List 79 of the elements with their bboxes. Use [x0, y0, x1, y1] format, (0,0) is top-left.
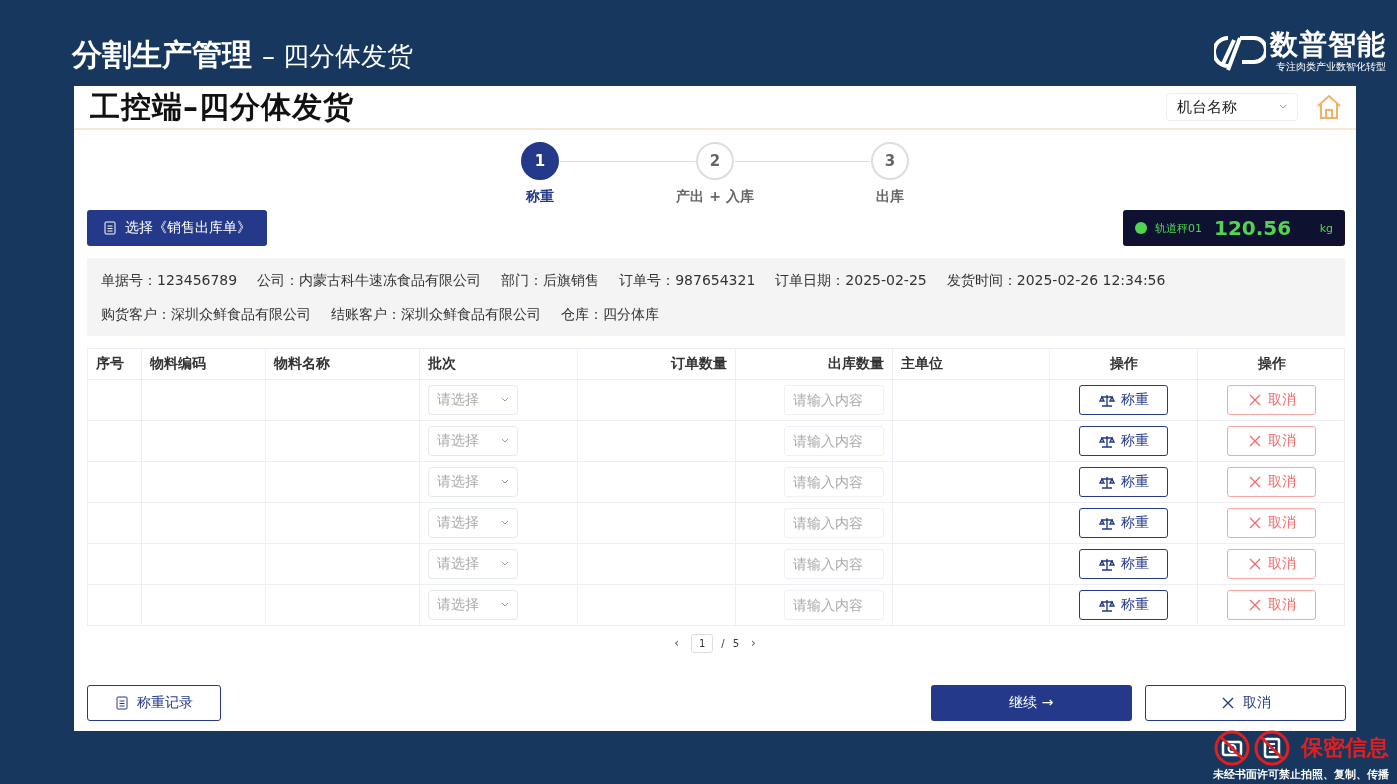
step-number: 1 [521, 142, 559, 180]
info-field: 购货客户：深圳众鲜食品有限公司 [101, 302, 311, 326]
info-field: 订单号：987654321 [619, 268, 756, 292]
close-icon [1220, 696, 1235, 710]
chevron-down-icon [501, 520, 509, 526]
step-label: 产出 + 入库 [676, 188, 754, 206]
cancel-button[interactable]: 取消 [1145, 685, 1346, 721]
previous-page-button[interactable]: ‹ [670, 636, 683, 650]
info-field: 仓库：四分体库 [561, 302, 659, 326]
page-number-field[interactable]: 1 [690, 633, 714, 653]
step-label: 出库 [876, 188, 904, 206]
step-label: 称重 [526, 188, 554, 206]
chevron-down-icon [501, 602, 509, 608]
column-header: 物料编码 [150, 355, 206, 373]
scale-icon [1098, 598, 1115, 612]
column-header: 批次 [428, 355, 456, 373]
scale-icon [1098, 557, 1115, 571]
column-header: 物料名称 [274, 355, 330, 373]
slide-title: 分割生产管理 [72, 36, 252, 74]
quantity-input[interactable]: 请输入内容 [784, 467, 884, 497]
column-header: 操作 [1109, 355, 1138, 373]
chevron-down-icon [501, 561, 509, 567]
chevron-down-icon [501, 438, 509, 444]
scale-icon [1098, 434, 1115, 448]
continue-button[interactable]: 继续 → [931, 685, 1132, 721]
home-icon[interactable] [1316, 94, 1342, 120]
quantity-input[interactable]: 请输入内容 [784, 508, 884, 538]
weigh-records-button[interactable]: 称重记录 [87, 685, 221, 721]
info-field: 部门：后旗销售 [501, 268, 600, 292]
weigh-button[interactable]: 称重 [1079, 508, 1168, 538]
quantity-input[interactable]: 请输入内容 [784, 590, 884, 620]
column-header: 出库数量 [828, 355, 884, 373]
page-separator: / [721, 637, 725, 649]
weigh-button[interactable]: 称重 [1079, 590, 1168, 620]
column-header: 序号 [96, 355, 124, 373]
close-icon [1247, 393, 1262, 407]
close-icon [1247, 475, 1262, 489]
select-order-button[interactable]: 选择《销售出库单》 [87, 210, 267, 246]
close-icon [1247, 557, 1262, 571]
page-total: 5 [732, 637, 740, 649]
confidential-notice: 未经书面许可禁止拍照、复制、传播 [1213, 767, 1389, 782]
info-field: 发货时间：2025-02-26 12:34:56 [946, 268, 1166, 292]
chevron-down-icon [501, 479, 509, 485]
weight-unit: kg [1319, 221, 1333, 235]
logo-name: 数普智能 [1270, 30, 1386, 60]
weigh-button[interactable]: 称重 [1079, 467, 1168, 497]
close-icon [1247, 598, 1262, 612]
step-number: 2 [696, 142, 734, 180]
next-page-button[interactable]: › [747, 636, 760, 650]
logo-tagline: 专注肉类产业数智化转型 [1276, 60, 1386, 74]
document-icon [115, 696, 129, 710]
info-field: 单据号：123456789 [101, 268, 238, 292]
info-field: 公司：内蒙古科牛速冻食品有限公司 [257, 268, 482, 292]
slide-subtitle: – 四分体发货 [262, 40, 414, 73]
chevron-down-icon [1279, 104, 1287, 110]
column-header: 操作 [1257, 355, 1286, 373]
close-icon [1247, 434, 1262, 448]
scale-icon [1098, 393, 1115, 407]
weight-reading: 120.56 [1214, 216, 1292, 240]
confidential-label: 保密信息 [1301, 734, 1389, 762]
quantity-input[interactable]: 请输入内容 [784, 385, 884, 415]
machine-select[interactable]: 机台名称 [1166, 93, 1298, 121]
quantity-input[interactable]: 请输入内容 [784, 426, 884, 456]
chevron-down-icon [501, 397, 509, 403]
scale-icon [1098, 475, 1115, 489]
quantity-input[interactable]: 请输入内容 [784, 549, 884, 579]
column-header: 主单位 [901, 355, 943, 373]
scale-name: 轨道秤01 [1155, 220, 1202, 236]
weigh-button[interactable]: 称重 [1079, 385, 1168, 415]
step-number: 3 [871, 142, 909, 180]
page-title: 工控端–四分体发货 [90, 87, 354, 126]
scale-icon [1098, 516, 1115, 530]
info-field: 订单日期：2025-02-25 [775, 268, 927, 292]
close-icon [1247, 516, 1262, 530]
weigh-button[interactable]: 称重 [1079, 426, 1168, 456]
info-field: 结账客户：深圳众鲜食品有限公司 [331, 302, 541, 326]
column-header: 订单数量 [671, 355, 727, 373]
weigh-button[interactable]: 称重 [1079, 549, 1168, 579]
document-icon [103, 221, 117, 235]
